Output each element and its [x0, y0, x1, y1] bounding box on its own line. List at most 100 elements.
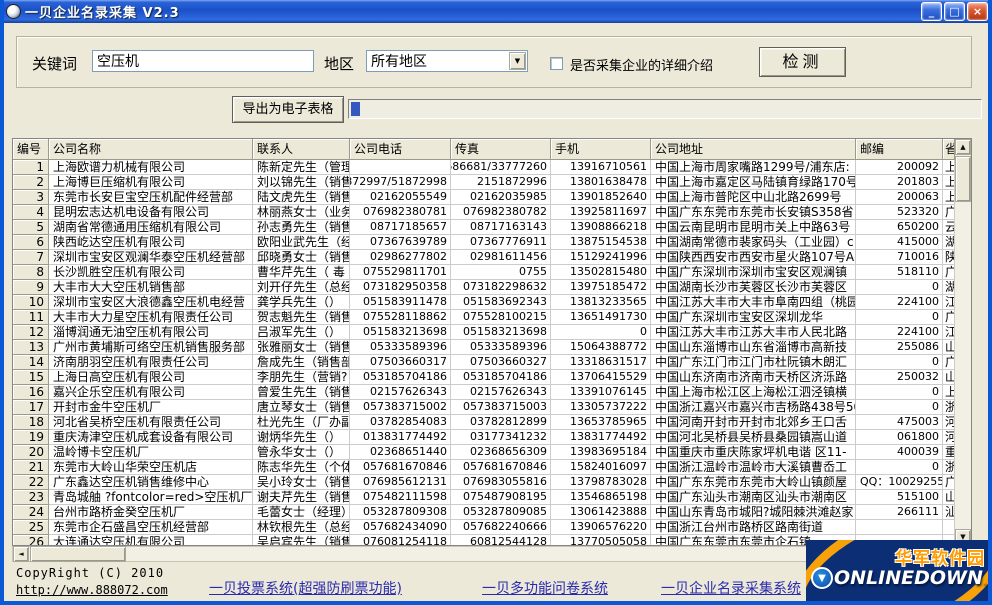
address-cell: 中国湖南常德市裴家码头（工业园）c	[651, 235, 856, 250]
zip-cell: 710016	[856, 250, 943, 265]
footer-link-1[interactable]: 一贝多功能问卷系统	[482, 578, 608, 598]
table-row[interactable]: 6陕西屹达空压机有限公司欧阳业武先生（经07367639789073677769…	[13, 235, 955, 250]
collect-detail-checkbox[interactable]	[550, 57, 563, 70]
table-row[interactable]: 19重庆涛津空压机成套设备有限公司谢炳华先生（）0138317744920317…	[13, 430, 955, 445]
column-header-province[interactable]: 省	[943, 139, 955, 160]
table-body: 1上海欧谱力机械有限公司陈新定先生（管理1686681/337772601391…	[13, 160, 955, 545]
fax-cell: 2151872996	[451, 175, 551, 190]
address-cell: 中国云南昆明市昆明市关上中路63号	[651, 220, 856, 235]
address-cell: 中国陕西西安市西安市星火路107号A	[651, 250, 856, 265]
contact-cell: 詹成先生（销售部	[253, 355, 350, 370]
horizontal-scroll-thumb[interactable]	[30, 546, 126, 562]
column-header-contact[interactable]: 联系人	[253, 139, 350, 160]
company-name-cell: 长沙凯胜空压机有限公司	[49, 265, 253, 280]
fax-cell: 60812544128	[451, 535, 551, 545]
column-header-phone[interactable]: 公司电话	[350, 139, 451, 160]
phone-cell: 08717185657	[350, 220, 451, 235]
province-cell: 重	[943, 445, 955, 460]
province-cell: 山	[943, 490, 955, 505]
province-cell: 汕	[943, 505, 955, 520]
footer-link-2[interactable]: 一贝企业名录采集系统	[661, 578, 801, 598]
site-url-link[interactable]: http://www.888072.com	[16, 583, 168, 597]
vertical-scrollbar[interactable]: ▲ ▼	[955, 139, 971, 545]
address-cell: 中国河南开封市开封市北郊乡王口舌	[651, 415, 856, 430]
phone-cell: 075528118862	[350, 310, 451, 325]
company-name-cell: 东莞市长安巨宝空压机配件经营部	[49, 190, 253, 205]
table-row[interactable]: 5湖南省常德通用压缩机有限公司孙志勇先生（销售08717185657087171…	[13, 220, 955, 235]
table-row[interactable]: 8长沙凯胜空压机有限公司曹华芹先生（ 毒07552981170107551350…	[13, 265, 955, 280]
check-button[interactable]: 检测	[759, 47, 846, 77]
table-row[interactable]: 15上海日高空压机有限公司李朋先生（营销?0531857041860531857…	[13, 370, 955, 385]
chevron-down-icon[interactable]: ▼	[509, 52, 526, 70]
scroll-left-icon[interactable]: ◄	[13, 546, 29, 562]
table-row[interactable]: 24台州市路桥金癸空压机厂毛蕾女士（经理）0532878093080532878…	[13, 505, 955, 520]
table-row[interactable]: 7深圳市宝安区观澜华泰空压机经营部邱晓勇女士（销售029862778020298…	[13, 250, 955, 265]
table-row[interactable]: 18河北省吴桥空压机有限责任公司杜光先生（厂办副0378285408303782…	[13, 415, 955, 430]
address-cell: 中国上海市松江区上海松江泗泾镇横	[651, 385, 856, 400]
column-header-fax[interactable]: 传真	[451, 139, 551, 160]
minimize-button[interactable]: _	[921, 2, 942, 21]
province-cell	[943, 520, 955, 535]
table-row[interactable]: 23青岛城舳 ?fontcolor=red>空压机厂谢夫芹先生（销售075482…	[13, 490, 955, 505]
column-header-row-number[interactable]: 编号	[13, 139, 49, 160]
table-row[interactable]: 12淄博润通无油空压机有限公司吕淑军先生（）051583213698051583…	[13, 325, 955, 340]
address-cell: 中国山东淄博市山东省淄博市高新技	[651, 340, 856, 355]
address-cell: 中国重庆市重庆陈家坪机电谐 区11-	[651, 445, 856, 460]
zip-cell: 0	[856, 280, 943, 295]
table-row[interactable]: 13广州市黄埔斯可络空压机销售服务部张雅丽女士（销售05333589396053…	[13, 340, 955, 355]
province-cell: 湖	[943, 235, 955, 250]
mobile-cell: 13901852640	[551, 190, 651, 205]
close-button[interactable]: ×	[967, 2, 988, 21]
column-header-zip[interactable]: 邮编	[856, 139, 943, 160]
row-number-cell: 18	[13, 415, 49, 430]
row-number-cell: 26	[13, 535, 49, 545]
region-select[interactable]: 所有地区 ▼	[366, 50, 528, 72]
region-selected-value: 所有地区	[367, 51, 509, 71]
table-row[interactable]: 21东莞市大岭山华荣空压机店陈志华先生（个体057681670846057681…	[13, 460, 955, 475]
contact-cell: 刘以锦先生（销售	[253, 175, 350, 190]
contact-cell: 曾爱生先生（销售	[253, 385, 350, 400]
collect-detail-label: 是否采集企业的详细介绍	[570, 55, 713, 74]
table-row[interactable]: 4昆明宏志达机电设备有限公司林丽燕女士（业务076982380781076982…	[13, 205, 955, 220]
scroll-up-icon[interactable]: ▲	[955, 139, 971, 155]
table-row[interactable]: 2上海博巨压缩机有限公司刘以锦先生（销售1872997/518729982151…	[13, 175, 955, 190]
vertical-scroll-thumb[interactable]	[955, 156, 971, 202]
table-row[interactable]: 14济南朋羽空压机有限责任公司詹成先生（销售部07503660317075036…	[13, 355, 955, 370]
table-row[interactable]: 9大丰市大大空压机销售部刘开仔先生（总经07318295035807318229…	[13, 280, 955, 295]
province-cell: 河	[943, 415, 955, 430]
footer-link-0[interactable]: 一贝投票系统(超强防刷票功能)	[209, 578, 402, 598]
column-header-company-name[interactable]: 公司名称	[49, 139, 253, 160]
company-name-cell: 济南朋羽空压机有限责任公司	[49, 355, 253, 370]
address-cell: 中国广东东莞市东莞市大岭山镇颜屋	[651, 475, 856, 490]
phone-cell: 057681670846	[350, 460, 451, 475]
table-row[interactable]: 25东莞市企石盛昌空压机经营部林钦根先生（总经05768243409005768…	[13, 520, 955, 535]
table-row[interactable]: 3东莞市长安巨宝空压机配件经营部陆文虎先生（销售0216205554902162…	[13, 190, 955, 205]
mobile-cell: 15064388772	[551, 340, 651, 355]
table-row[interactable]: 1上海欧谱力机械有限公司陈新定先生（管理1686681/337772601391…	[13, 160, 955, 175]
zip-cell: 0	[856, 355, 943, 370]
table-row[interactable]: 17开封市金牛空压机厂唐立琴女士（销售057383715002057383715…	[13, 400, 955, 415]
address-cell: 中国山东济南市济南市天桥区济泺路	[651, 370, 856, 385]
zip-cell: 415000	[856, 235, 943, 250]
fax-cell: 07367776911	[451, 235, 551, 250]
table-row[interactable]: 20温岭博卡空压机厂管永华女士（）02368651440023686563091…	[13, 445, 955, 460]
row-number-cell: 15	[13, 370, 49, 385]
address-cell: 中国山东青岛市城阳?城阳棘洪滩赵家	[651, 505, 856, 520]
table-row[interactable]: 22广东鑫达空压机销售维修中心吴小玲女士（销售07698561213107698…	[13, 475, 955, 490]
column-header-address[interactable]: 公司地址	[651, 139, 856, 160]
row-number-cell: 1	[13, 160, 49, 175]
province-cell: 陕	[943, 250, 955, 265]
company-name-cell: 东莞市大岭山华荣空压机店	[49, 460, 253, 475]
table-row[interactable]: 16嘉兴企乐空压机有限公司曾爱生先生（销售0215762634302157626…	[13, 385, 955, 400]
row-number-cell: 21	[13, 460, 49, 475]
column-header-mobile[interactable]: 手机	[551, 139, 651, 160]
keyword-input[interactable]	[92, 50, 314, 72]
table-row[interactable]: 10深圳市宝安区大浪德鑫空压机电经营龚学兵先生（）051583911478051…	[13, 295, 955, 310]
table-row[interactable]: 11大丰市大力星空压机有限责任公司贺志魁先生（销售075528118862075…	[13, 310, 955, 325]
fax-cell: 053287809085	[451, 505, 551, 520]
download-arrow-icon: ▼	[811, 567, 833, 589]
province-cell: 广	[943, 265, 955, 280]
zip-cell: 061800	[856, 430, 943, 445]
maximize-button[interactable]: □	[944, 2, 965, 21]
export-button[interactable]: 导出为电子表格	[232, 96, 344, 123]
